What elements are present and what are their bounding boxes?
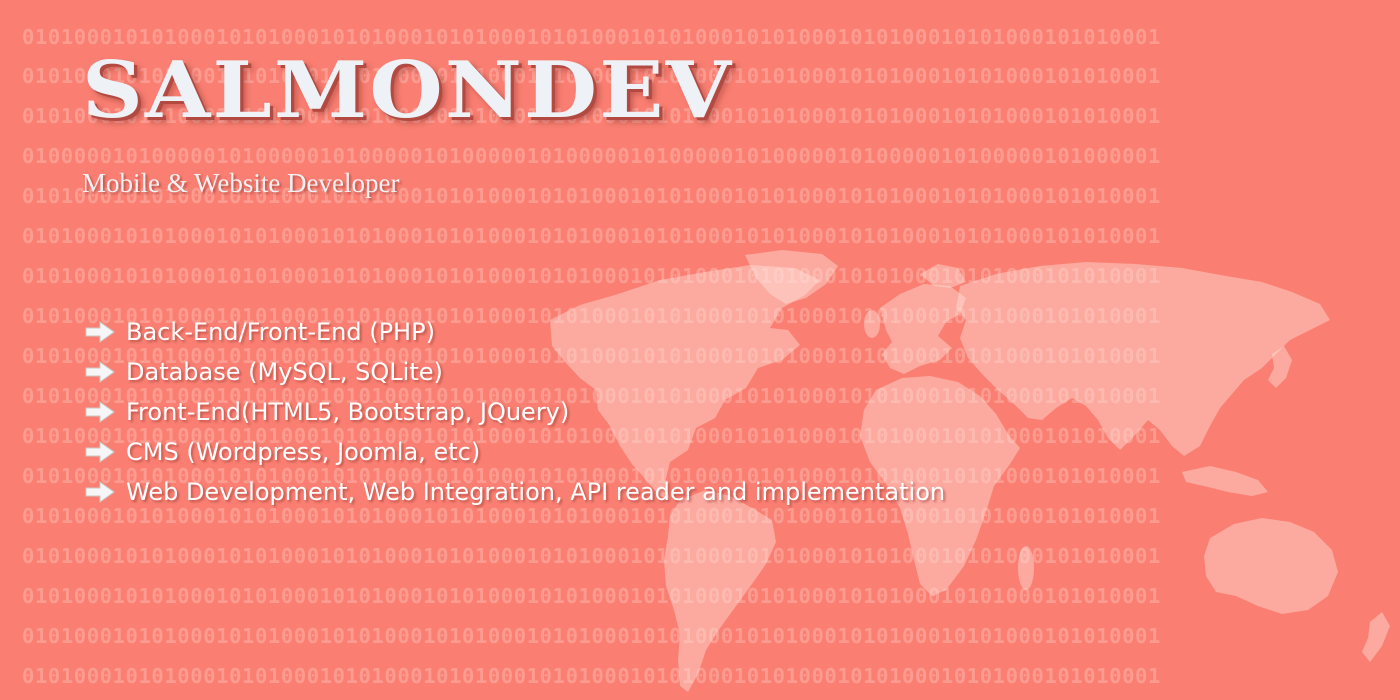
- binary-row: 0101000101010001010100010101000101010001…: [22, 264, 1161, 288]
- skill-item-front-end: Front-End(HTML5, Bootstrap, JQuery): [84, 392, 945, 432]
- arrow-right-icon: [84, 440, 116, 464]
- arrow-right-icon: [84, 360, 116, 384]
- southeast-asia-islands-shape: [1182, 466, 1268, 496]
- skill-label: Back-End/Front-End (PHP): [126, 318, 435, 346]
- japan-shape: [1268, 346, 1292, 388]
- skill-item-database: Database (MySQL, SQLite): [84, 352, 945, 392]
- scandinavia-shape: [920, 264, 966, 288]
- skills-list: Back-End/Front-End (PHP) Database (MySQL…: [84, 312, 945, 512]
- skill-item-web-development: Web Development, Web Integration, API re…: [84, 472, 945, 512]
- brand-subtitle: Mobile & Website Developer: [82, 168, 400, 198]
- binary-row: 0101000101010001010100010101000101010001…: [22, 584, 1161, 608]
- binary-row: 0100000101000001010000010100000101000001…: [22, 144, 1161, 168]
- brand-title: SALMONDEV: [82, 45, 734, 136]
- arrow-right-icon: [84, 480, 116, 504]
- skill-label: Front-End(HTML5, Bootstrap, JQuery): [126, 398, 570, 426]
- skill-label: Web Development, Web Integration, API re…: [126, 478, 946, 506]
- south-america-shape: [664, 490, 776, 692]
- greenland-shape: [745, 250, 838, 304]
- new-zealand-shape: [1362, 612, 1390, 662]
- binary-row: 0101000101010001010100010101000101010001…: [22, 224, 1161, 248]
- skill-item-cms: CMS (Wordpress, Joomla, etc): [84, 432, 945, 472]
- arrow-right-icon: [84, 320, 116, 344]
- binary-row: 0101000101010001010100010101000101010001…: [22, 624, 1161, 648]
- asia-shape: [956, 262, 1330, 456]
- skill-label: Database (MySQL, SQLite): [126, 358, 443, 386]
- skill-item-php: Back-End/Front-End (PHP): [84, 312, 945, 352]
- binary-row: 0101000101010001010100010101000101010001…: [22, 544, 1161, 568]
- skill-label: CMS (Wordpress, Joomla, etc): [126, 438, 481, 466]
- arrow-right-icon: [84, 400, 116, 424]
- binary-row: 0101000101010001010100010101000101010001…: [22, 664, 1161, 688]
- australia-shape: [1204, 518, 1338, 614]
- madagascar-shape: [1018, 546, 1034, 590]
